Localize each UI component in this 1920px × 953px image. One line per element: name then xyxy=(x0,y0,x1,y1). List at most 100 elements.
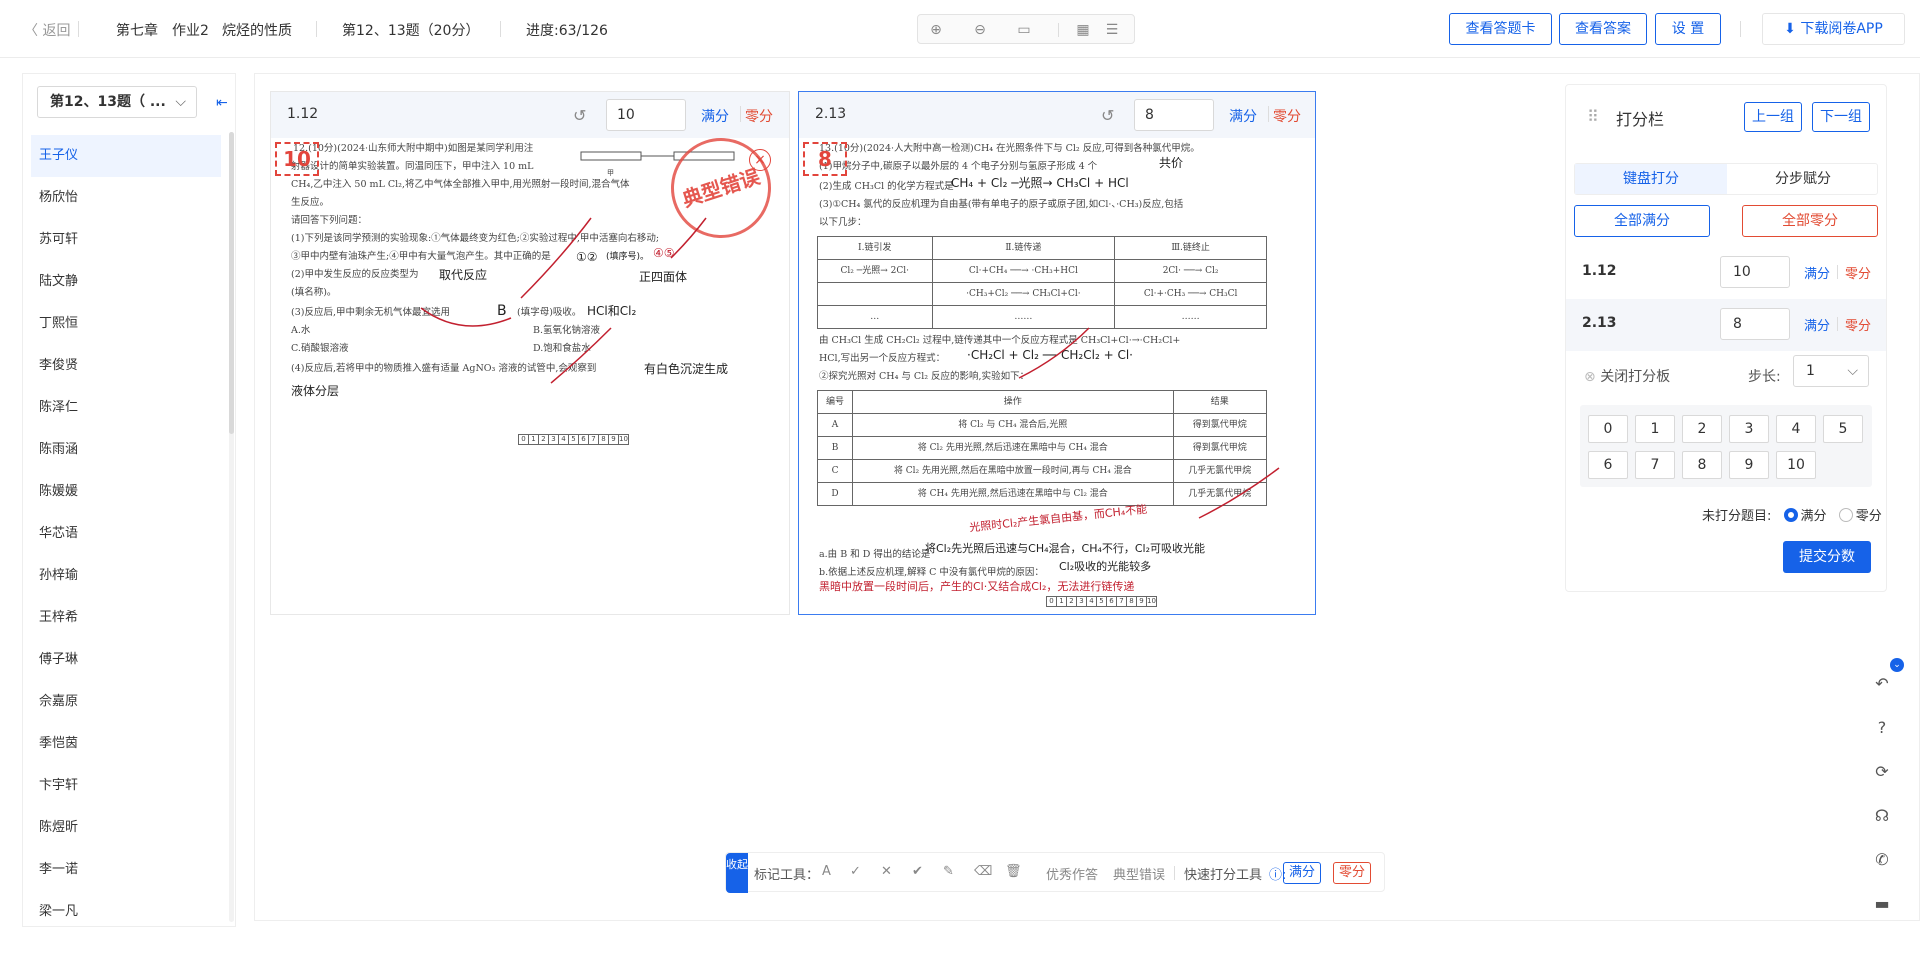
student-item[interactable]: 孙梓瑜 xyxy=(31,555,221,597)
help-icon[interactable]: ? xyxy=(1872,718,1892,738)
score-row-zero-link[interactable]: 零分 xyxy=(1845,263,1871,282)
zoom-in-icon[interactable]: ⊕ xyxy=(927,21,945,39)
step-select[interactable]: 1 ⌵ xyxy=(1793,355,1869,387)
submit-score-button[interactable]: 提交分数 xyxy=(1783,541,1871,573)
student-item[interactable]: 王子仪 xyxy=(31,135,221,177)
close-scoreboard-toggle[interactable]: ⊗ 关闭打分板 xyxy=(1584,366,1670,386)
score-key[interactable]: 5 xyxy=(1823,415,1863,443)
full-score-link[interactable]: 满分 xyxy=(1229,106,1257,126)
student-item[interactable]: 卞宇轩 xyxy=(31,765,221,807)
radio-zero-label[interactable]: 零分 xyxy=(1856,509,1882,524)
score-key[interactable]: 6 xyxy=(1588,451,1628,479)
score-key[interactable]: 0 xyxy=(1588,415,1628,443)
score-row-full-link[interactable]: 满分 xyxy=(1804,263,1830,282)
grid-view-icon[interactable]: ▦ xyxy=(1074,21,1092,39)
chevron-down-icon[interactable]: ⌄ xyxy=(1890,658,1904,672)
list-view-icon[interactable]: ☰ xyxy=(1103,21,1121,39)
paper-line: A.水 xyxy=(291,325,311,336)
collapse-toolbar-button[interactable]: 收起 xyxy=(726,853,748,893)
score-row-input[interactable]: 8 xyxy=(1720,308,1790,340)
score-row-question: 2.13 xyxy=(1582,315,1617,331)
score-row-input[interactable]: 10 xyxy=(1720,256,1790,288)
half-check-icon[interactable]: ✔ xyxy=(912,864,923,879)
student-item[interactable]: 苏可轩 xyxy=(31,219,221,261)
settings-button[interactable]: 设 置 xyxy=(1655,13,1721,45)
score-input[interactable]: 8 xyxy=(1134,99,1214,131)
scrollbar-thumb[interactable] xyxy=(229,132,234,434)
student-item[interactable]: 杨欣怡 xyxy=(31,177,221,219)
quick-full-button[interactable]: 满分 xyxy=(1283,862,1322,884)
student-sidebar: 第12、13题（ ... ⌵ ⇤ 王子仪 杨欣怡 苏可轩 陆文静 丁熙恒 李俊贤… xyxy=(22,73,236,927)
score-key[interactable]: 2 xyxy=(1682,415,1722,443)
score-row-zero-link[interactable]: 零分 xyxy=(1845,315,1871,334)
student-item[interactable]: 丁熙恒 xyxy=(31,303,221,345)
zero-score-link[interactable]: 零分 xyxy=(1273,106,1301,126)
table-cell: 2Cl· ──→ Cl₂ xyxy=(1114,259,1267,283)
radio-full-label[interactable]: 满分 xyxy=(1801,509,1827,524)
student-item[interactable]: 陈煜昕 xyxy=(31,807,221,849)
radio-zero[interactable] xyxy=(1838,508,1853,522)
drag-handle-icon[interactable]: ⠿ xyxy=(1587,107,1599,126)
view-answer-button[interactable]: 查看答案 xyxy=(1559,13,1647,45)
score-row-full-link[interactable]: 满分 xyxy=(1804,315,1830,334)
fit-screen-icon[interactable]: ▭ xyxy=(1015,21,1033,39)
tab-keyboard-scoring[interactable]: 键盘打分 xyxy=(1575,164,1727,194)
rotate-icon[interactable]: ↺ xyxy=(573,106,586,125)
headset-icon[interactable]: ☊ xyxy=(1872,806,1892,826)
tab-step-scoring[interactable]: 分步赋分 xyxy=(1727,164,1879,194)
check-icon[interactable]: ✓ xyxy=(850,864,861,879)
paper-line: (2)甲中发生反应的反应类型为 xyxy=(291,269,419,280)
student-item[interactable]: 佘嘉原 xyxy=(31,681,221,723)
next-group-button[interactable]: 下一组 xyxy=(1812,102,1870,132)
eraser-icon[interactable]: ⌫ xyxy=(974,864,992,879)
chevron-down-icon: ⌵ xyxy=(175,94,186,110)
score-input[interactable]: 10 xyxy=(606,99,686,131)
student-item[interactable]: 李一诺 xyxy=(31,849,221,891)
student-item[interactable]: 季恺茵 xyxy=(31,723,221,765)
phone-icon[interactable]: ✆ xyxy=(1872,850,1892,870)
rotate-icon[interactable]: ↺ xyxy=(1101,106,1114,125)
refresh-icon[interactable]: ⟳ xyxy=(1872,762,1892,782)
trash-icon[interactable]: 🗑 xyxy=(1005,864,1022,879)
student-item[interactable]: 傅子琳 xyxy=(31,639,221,681)
student-item[interactable]: 陈雨涵 xyxy=(31,429,221,471)
download-app-button[interactable]: ⬇ 下载阅卷APP xyxy=(1762,13,1905,45)
student-item[interactable]: 华芯语 xyxy=(31,513,221,555)
back-link[interactable]: 〈 返回 xyxy=(24,20,70,40)
full-score-link[interactable]: 满分 xyxy=(701,106,729,126)
score-key[interactable]: 3 xyxy=(1729,415,1769,443)
student-item[interactable]: 梁一凡 xyxy=(31,891,221,933)
score-key[interactable]: 4 xyxy=(1776,415,1816,443)
text-tool-icon[interactable]: A xyxy=(822,864,831,879)
student-item[interactable]: 王梓希 xyxy=(31,597,221,639)
cross-icon[interactable]: ✕ xyxy=(881,864,892,879)
score-key[interactable]: 9 xyxy=(1729,451,1769,479)
all-zero-button[interactable]: 全部零分 xyxy=(1742,205,1878,237)
student-item[interactable]: 陈媛媛 xyxy=(31,471,221,513)
student-item[interactable]: 陈泽仁 xyxy=(31,387,221,429)
close-icon[interactable]: × xyxy=(749,149,771,171)
question-select[interactable]: 第12、13题（ ... ⌵ xyxy=(37,86,197,118)
all-full-button[interactable]: 全部满分 xyxy=(1574,205,1710,237)
prev-group-button[interactable]: 上一组 xyxy=(1744,102,1802,132)
card-icon[interactable]: ▬ xyxy=(1872,894,1892,914)
radio-full[interactable] xyxy=(1783,508,1798,522)
excellent-answer-button[interactable]: 优秀作答 xyxy=(1046,864,1098,883)
paper-line: (2)生成 CH₃Cl 的化学方程式是 xyxy=(819,181,954,192)
score-key[interactable]: 10 xyxy=(1776,451,1816,479)
student-item[interactable]: 陆文静 xyxy=(31,261,221,303)
zoom-out-icon[interactable]: ⊖ xyxy=(971,21,989,39)
collapse-sidebar-icon[interactable]: ⇤ xyxy=(216,95,228,111)
view-answer-card-button[interactable]: 查看答题卡 xyxy=(1449,13,1552,45)
student-item[interactable]: 李俊贤 xyxy=(31,345,221,387)
answer-card-1-12[interactable]: 1.12 ↺ 10 满分 零分 12.(10分)(2024·山东师大附中期中)如… xyxy=(270,91,790,615)
score-key[interactable]: 7 xyxy=(1635,451,1675,479)
score-key[interactable]: 8 xyxy=(1682,451,1722,479)
answer-card-2-13[interactable]: 2.13 ↺ 8 满分 零分 13.(10分)(2024·人大附中高一检测)CH… xyxy=(798,91,1316,615)
zero-score-link[interactable]: 零分 xyxy=(745,106,773,126)
undo-icon[interactable]: ↶ xyxy=(1872,674,1892,694)
score-key[interactable]: 1 xyxy=(1635,415,1675,443)
typical-error-button[interactable]: 典型错误 xyxy=(1113,864,1165,883)
quick-zero-button[interactable]: 零分 xyxy=(1333,862,1372,884)
pen-icon[interactable]: ✎ xyxy=(943,864,954,879)
